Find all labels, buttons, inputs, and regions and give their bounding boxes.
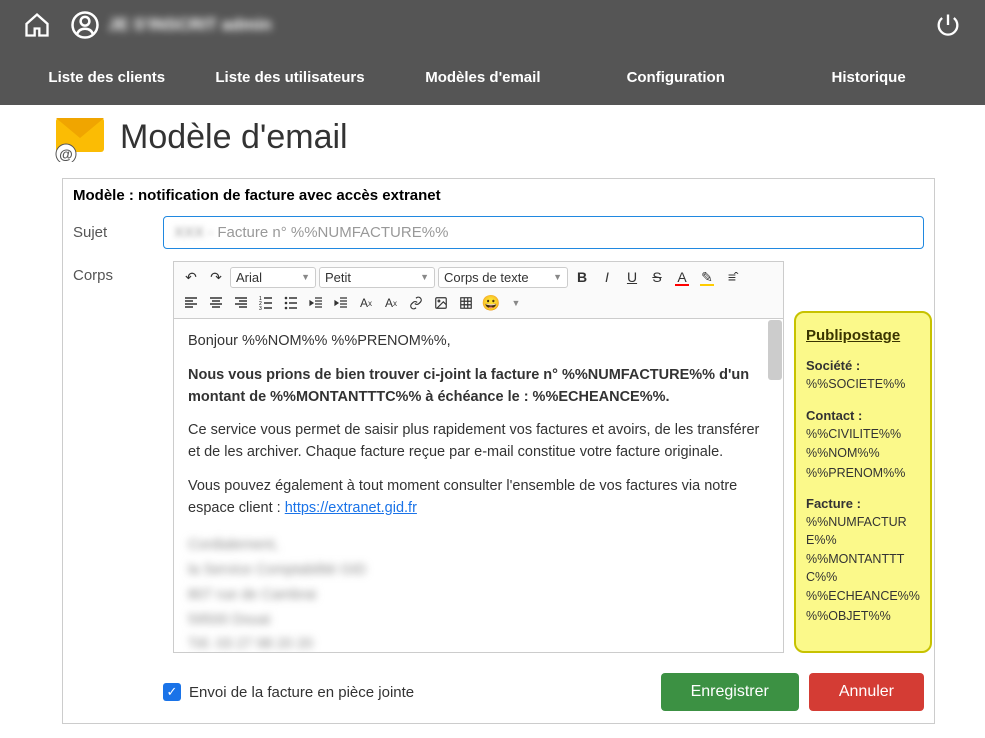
body-greeting: Bonjour %%NOM%% %%PRENOM%%, bbox=[188, 331, 769, 353]
image-icon[interactable] bbox=[430, 292, 452, 314]
publi-var-montantttc[interactable]: %%MONTANTTTC%% bbox=[806, 551, 920, 586]
body-label: Corps bbox=[73, 261, 163, 284]
publipostage-panel: Publipostage Société : %%SOCIETE%% Conta… bbox=[794, 311, 932, 653]
form-card: Modèle : notification de facture avec ac… bbox=[62, 178, 935, 724]
emoji-dropdown-icon[interactable]: ▼ bbox=[505, 292, 527, 314]
publi-section-societe: Société : bbox=[806, 358, 920, 373]
align-left-icon[interactable] bbox=[180, 292, 202, 314]
svg-text:3: 3 bbox=[259, 306, 262, 310]
line-height-icon[interactable]: ≡̂ bbox=[721, 266, 743, 288]
page-title: Modèle d'email bbox=[120, 118, 348, 157]
publi-var-societe[interactable]: %%SOCIETE%% bbox=[806, 376, 920, 394]
body-service-line: Ce service vous permet de saisir plus ra… bbox=[188, 420, 769, 464]
font-family-select[interactable]: Arial▼ bbox=[230, 267, 316, 288]
publi-var-numfacture[interactable]: %%NUMFACTURE%% bbox=[806, 514, 920, 549]
model-heading: Modèle : notification de facture avec ac… bbox=[63, 179, 934, 210]
publi-section-facture: Facture : bbox=[806, 496, 920, 511]
publi-var-civilite[interactable]: %%CIVILITE%% bbox=[806, 426, 920, 444]
editor-body[interactable]: Bonjour %%NOM%% %%PRENOM%%, Nous vous pr… bbox=[173, 318, 784, 653]
publi-section-contact: Contact : bbox=[806, 408, 920, 423]
outdent-icon[interactable] bbox=[305, 292, 327, 314]
body-portal-line: Vous pouvez également à tout moment cons… bbox=[188, 476, 769, 520]
top-bar: JE S'INSCRIT admin Liste des clients Lis… bbox=[0, 0, 985, 105]
nav-templates[interactable]: Modèles d'email bbox=[386, 55, 579, 100]
font-color-icon[interactable]: A bbox=[671, 266, 693, 288]
unordered-list-icon[interactable] bbox=[280, 292, 302, 314]
signature-block: Cordialement, la Service Comptabilité GI… bbox=[188, 535, 769, 653]
indent-icon[interactable] bbox=[330, 292, 352, 314]
subscript-icon[interactable]: Ax bbox=[380, 292, 402, 314]
page-header: @ Modèle d'email bbox=[0, 105, 985, 164]
attachment-label: Envoi de la facture en pièce jointe bbox=[189, 684, 414, 701]
user-name-label: JE S'INSCRIT admin bbox=[108, 15, 272, 35]
emoji-icon[interactable]: 😀 bbox=[480, 292, 502, 314]
save-button[interactable]: Enregistrer bbox=[661, 673, 799, 711]
editor-toolbar: ↶ ↷ Arial▼ Petit▼ Corps de texte▼ B I U … bbox=[173, 261, 784, 318]
publi-var-nom[interactable]: %%NOM%% bbox=[806, 445, 920, 463]
ordered-list-icon[interactable]: 123 bbox=[255, 292, 277, 314]
power-icon[interactable] bbox=[931, 8, 965, 42]
strikethrough-icon[interactable]: S bbox=[646, 266, 668, 288]
undo-icon[interactable]: ↶ bbox=[180, 266, 202, 288]
block-format-select[interactable]: Corps de texte▼ bbox=[438, 267, 568, 288]
email-template-icon: @ bbox=[50, 112, 110, 162]
table-icon[interactable] bbox=[455, 292, 477, 314]
link-icon[interactable] bbox=[405, 292, 427, 314]
cancel-button[interactable]: Annuler bbox=[809, 673, 924, 711]
body-invoice-line: Nous vous prions de bien trouver ci-join… bbox=[188, 365, 769, 409]
publi-var-echeance[interactable]: %%ECHEANCE%% bbox=[806, 588, 920, 606]
align-right-icon[interactable] bbox=[230, 292, 252, 314]
align-center-icon[interactable] bbox=[205, 292, 227, 314]
home-icon[interactable] bbox=[20, 8, 54, 42]
font-size-select[interactable]: Petit▼ bbox=[319, 267, 435, 288]
redo-icon[interactable]: ↷ bbox=[205, 266, 227, 288]
publi-var-objet[interactable]: %%OBJET%% bbox=[806, 608, 920, 626]
nav-config[interactable]: Configuration bbox=[579, 55, 772, 100]
subject-value: Facture n° %%NUMFACTURE%% bbox=[217, 224, 448, 241]
publi-var-prenom[interactable]: %%PRENOM%% bbox=[806, 465, 920, 483]
extranet-link[interactable]: https://extranet.gid.fr bbox=[285, 500, 417, 516]
publipostage-title: Publipostage bbox=[806, 327, 920, 344]
superscript-icon[interactable]: Ax bbox=[355, 292, 377, 314]
nav-history[interactable]: Historique bbox=[772, 55, 965, 100]
svg-text:@: @ bbox=[59, 146, 73, 162]
underline-icon[interactable]: U bbox=[621, 266, 643, 288]
bold-icon[interactable]: B bbox=[571, 266, 593, 288]
attachment-checkbox[interactable]: ✓ bbox=[163, 683, 181, 701]
attachment-checkbox-wrap[interactable]: ✓ Envoi de la facture en pièce jointe bbox=[163, 683, 651, 701]
subject-input[interactable]: XXX - Facture n° %%NUMFACTURE%% bbox=[163, 216, 924, 249]
italic-icon[interactable]: I bbox=[596, 266, 618, 288]
highlight-color-icon[interactable]: ✎ bbox=[696, 266, 718, 288]
nav-users[interactable]: Liste des utilisateurs bbox=[194, 55, 387, 100]
scrollbar-handle[interactable] bbox=[768, 320, 782, 380]
nav-clients[interactable]: Liste des clients bbox=[20, 55, 194, 100]
user-icon[interactable] bbox=[68, 8, 102, 42]
subject-label: Sujet bbox=[73, 224, 163, 241]
